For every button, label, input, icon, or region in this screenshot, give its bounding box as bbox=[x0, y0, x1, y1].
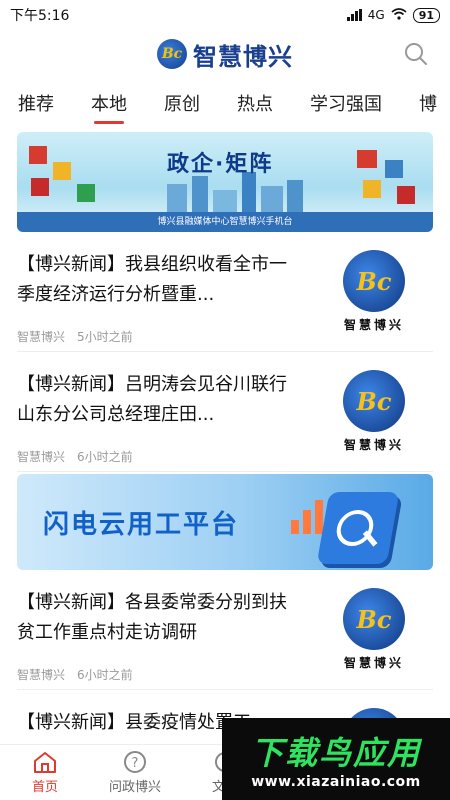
news-text: 【博兴新闻】吕明涛会见谷川联行山东分公司总经理庄田... 智慧博兴 6小时之前 bbox=[17, 370, 292, 471]
news-title: 【博兴新闻】我县组织收看全市一季度经济运行分析暨重... bbox=[17, 254, 287, 305]
app-logo: Bc 智慧博兴 bbox=[157, 37, 293, 72]
question-icon: ? bbox=[124, 751, 146, 773]
news-source: 智慧博兴 bbox=[17, 450, 66, 464]
news-title: 【博兴新闻】各县委常委分别到扶贫工作重点村走访调研 bbox=[17, 592, 287, 643]
banner-matrix-footer: 博兴县融媒体中心智慧博兴手机台 bbox=[17, 212, 433, 232]
nav-home-label: 首页 bbox=[31, 780, 58, 795]
news-item[interactable]: 【博兴新闻】我县组织收看全市一季度经济运行分析暨重... 智慧博兴 5小时之前 … bbox=[17, 232, 433, 352]
tab-hot[interactable]: 热点 bbox=[237, 84, 273, 124]
nav-home[interactable]: 首页 bbox=[0, 745, 90, 800]
tab-study[interactable]: 学习强国 bbox=[310, 84, 382, 124]
banner-matrix-title: 政企·矩阵 bbox=[167, 152, 274, 177]
news-meta: 智慧博兴 6小时之前 bbox=[17, 666, 292, 683]
signal-icon bbox=[346, 9, 362, 21]
status-icons: 4G 91 bbox=[346, 7, 440, 23]
status-time: 下午5:16 bbox=[10, 8, 70, 24]
bar-chart-icon bbox=[291, 494, 323, 534]
nav-inquiry-label: 问政博兴 bbox=[108, 780, 161, 795]
brand-logo-icon: Bc bbox=[343, 588, 405, 650]
news-text: 【博兴新闻】各县委常委分别到扶贫工作重点村走访调研 智慧博兴 6小时之前 bbox=[17, 588, 292, 689]
news-source: 智慧博兴 bbox=[17, 668, 66, 682]
phone-search-icon bbox=[316, 492, 400, 564]
wifi-icon bbox=[391, 7, 407, 23]
news-source: 智慧博兴 bbox=[17, 330, 66, 344]
news-time: 5小时之前 bbox=[77, 330, 133, 344]
news-item[interactable]: 【博兴新闻】各县委常委分别到扶贫工作重点村走访调研 智慧博兴 6小时之前 Bc … bbox=[17, 570, 433, 690]
watermark-url: www.xiazainiao.com bbox=[251, 774, 421, 790]
thumbnail-caption: 智慧博兴 bbox=[343, 656, 404, 670]
news-text: 【博兴新闻】我县组织收看全市一季度经济运行分析暨重... 智慧博兴 5小时之前 bbox=[17, 250, 292, 351]
news-thumbnail: Bc 智慧博兴 bbox=[315, 588, 433, 678]
tab-local[interactable]: 本地 bbox=[91, 84, 127, 124]
news-meta: 智慧博兴 5小时之前 bbox=[17, 328, 292, 345]
thumbnail-caption: 智慧博兴 bbox=[343, 438, 404, 452]
tab-more[interactable]: 博 bbox=[419, 84, 437, 124]
svg-text:?: ? bbox=[132, 756, 139, 771]
watermark-title: 下载鸟应用 bbox=[250, 734, 421, 772]
tab-recommend[interactable]: 推荐 bbox=[18, 84, 54, 124]
news-meta: 智慧博兴 6小时之前 bbox=[17, 448, 292, 465]
news-title: 【博兴新闻】吕明涛会见谷川联行山东分公司总经理庄田... bbox=[17, 374, 287, 425]
category-tabs: 推荐 本地 原创 热点 学习强国 博 bbox=[0, 84, 450, 124]
network-label: 4G bbox=[367, 8, 385, 22]
thumbnail-caption: 智慧博兴 bbox=[343, 318, 404, 332]
nav-inquiry[interactable]: ? 问政博兴 bbox=[90, 745, 180, 800]
news-thumbnail: Bc 智慧博兴 bbox=[315, 250, 433, 340]
news-item[interactable]: 【博兴新闻】吕明涛会见谷川联行山东分公司总经理庄田... 智慧博兴 6小时之前 … bbox=[17, 352, 433, 472]
battery-icon: 91 bbox=[412, 7, 440, 23]
brand-logo-icon: Bc bbox=[343, 250, 405, 312]
banner-lightning-cloud[interactable]: 闪电云用工平台 bbox=[17, 474, 433, 570]
logo-mark-icon: Bc bbox=[157, 39, 187, 69]
app-header: Bc 智慧博兴 bbox=[0, 30, 450, 78]
news-thumbnail: Bc 智慧博兴 bbox=[315, 370, 433, 460]
brand-logo-icon: Bc bbox=[343, 370, 405, 432]
news-feed[interactable]: 政企·矩阵 博兴县融媒体中心智慧博兴手机台 【博兴新闻】我县组织收看全市一季度经… bbox=[0, 128, 450, 744]
status-bar: 下午5:16 4G 91 bbox=[0, 0, 450, 30]
home-icon bbox=[34, 752, 56, 773]
app-name: 智慧博兴 bbox=[193, 41, 293, 71]
site-watermark: 下载鸟应用 www.xiazainiao.com bbox=[222, 718, 450, 800]
tab-original[interactable]: 原创 bbox=[164, 84, 200, 124]
news-time: 6小时之前 bbox=[77, 668, 133, 682]
banner-lightning-cloud-title: 闪电云用工平台 bbox=[43, 510, 240, 540]
banner-matrix[interactable]: 政企·矩阵 博兴县融媒体中心智慧博兴手机台 bbox=[17, 132, 433, 232]
search-icon[interactable] bbox=[402, 40, 430, 68]
news-time: 6小时之前 bbox=[77, 450, 133, 464]
